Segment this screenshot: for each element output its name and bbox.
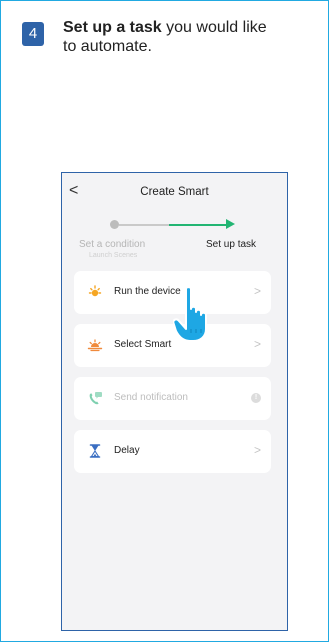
task-option-send-notification[interactable]: Send notification ! xyxy=(74,377,271,420)
step-number-badge: 4 xyxy=(22,22,44,46)
page-title: Create Smart xyxy=(140,186,209,198)
phone-screen: < Create Smart Set a condition Launch Sc… xyxy=(61,172,288,631)
progress-start-dot xyxy=(110,220,119,229)
progress-line-completed xyxy=(119,224,169,226)
progress-line-active xyxy=(169,224,227,226)
info-icon[interactable]: ! xyxy=(251,393,261,403)
chevron-right-icon: > xyxy=(253,443,261,457)
sun-icon xyxy=(88,285,102,297)
step-sublabel-condition: Launch Scenes xyxy=(89,252,138,259)
top-bar: < Create Smart xyxy=(62,173,287,211)
task-option-label: Run the device xyxy=(114,286,181,297)
task-option-delay[interactable]: Delay > xyxy=(74,430,271,473)
task-option-label: Delay xyxy=(114,445,140,456)
chevron-right-icon: > xyxy=(253,284,261,298)
instruction-text: Set up a task you would like to automate… xyxy=(63,18,283,56)
task-option-label: Send notification xyxy=(114,392,188,403)
hourglass-icon xyxy=(89,444,101,458)
instruction-bold-text: Set up a task xyxy=(63,19,162,36)
sunrise-icon xyxy=(87,339,103,352)
progress-arrow-icon xyxy=(226,219,235,229)
task-option-label: Select Smart xyxy=(114,339,172,350)
pointing-hand-icon xyxy=(173,286,207,342)
instruction-frame: 4 Set up a task you would like to automa… xyxy=(0,0,329,642)
step-label-task: Set up task xyxy=(206,239,257,250)
progress-indicator xyxy=(62,219,287,231)
step-label-condition[interactable]: Set a condition xyxy=(79,239,145,250)
notification-phone-icon xyxy=(89,392,102,405)
chevron-right-icon: > xyxy=(253,337,261,351)
